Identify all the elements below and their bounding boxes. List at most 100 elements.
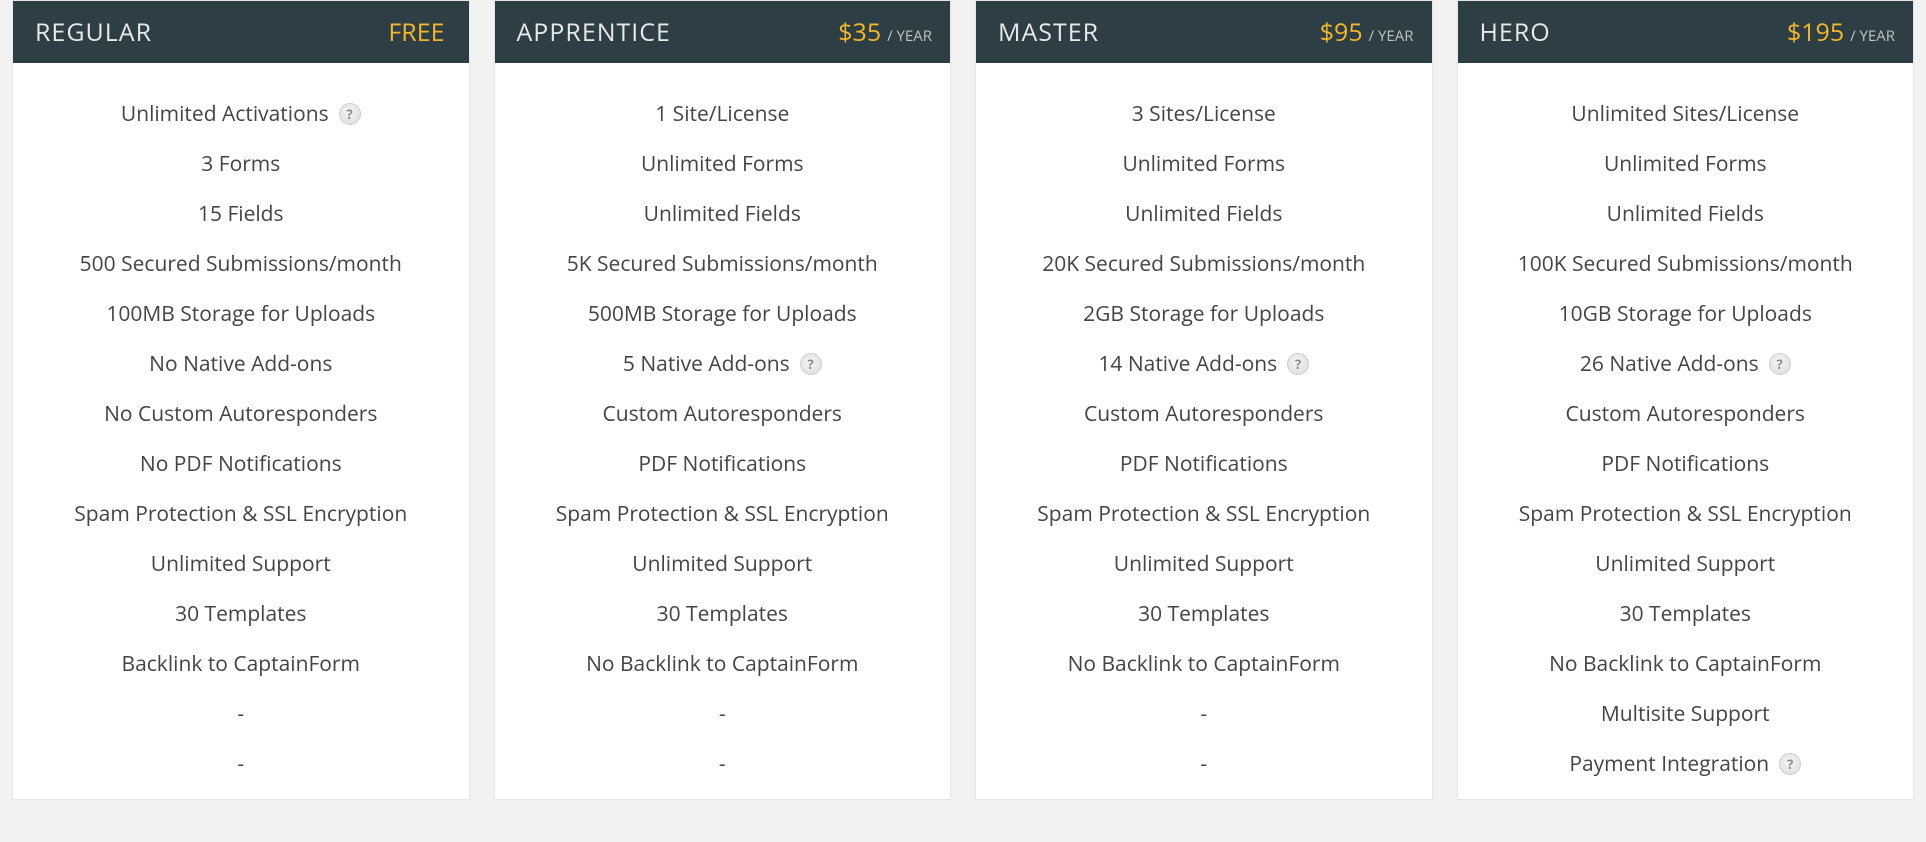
feature-text: 30 Templates [1620,600,1751,628]
feature-item: 14 Native Add-ons? [980,339,1428,389]
feature-text: 30 Templates [1138,600,1269,628]
price-value: $195 [1787,15,1844,49]
feature-text: - [719,750,726,778]
feature-text: PDF Notifications [638,450,806,478]
help-icon[interactable]: ? [1779,753,1801,775]
feature-text: 3 Forms [201,150,280,178]
feature-list: 3 Sites/License Unlimited Forms Unlimite… [976,63,1432,799]
plan-card-master: MASTER $95 / YEAR 3 Sites/License Unlimi… [975,0,1433,800]
plan-header: APPRENTICE $35 / YEAR [495,1,951,63]
feature-text: 10GB Storage for Uploads [1559,300,1812,328]
feature-text: 30 Templates [657,600,788,628]
feature-item: 10GB Storage for Uploads [1462,289,1910,339]
feature-item: 30 Templates [17,589,465,639]
feature-item: 100K Secured Submissions/month [1462,239,1910,289]
feature-item: 3 Forms [17,139,465,189]
feature-item: Custom Autoresponders [980,389,1428,439]
feature-item: Backlink to CaptainForm [17,639,465,689]
price-period: / YEAR [1369,26,1414,46]
feature-item: Unlimited Fields [1462,189,1910,239]
plan-name-label: HERO [1480,15,1551,49]
feature-text: 100K Secured Submissions/month [1518,250,1853,278]
feature-text: Spam Protection & SSL Encryption [556,500,889,528]
feature-text: PDF Notifications [1601,450,1769,478]
feature-item: 20K Secured Submissions/month [980,239,1428,289]
feature-item: Unlimited Support [499,539,947,589]
help-icon[interactable]: ? [800,353,822,375]
price-value: $95 [1320,15,1363,49]
feature-item: 500 Secured Submissions/month [17,239,465,289]
pricing-table: REGULAR FREE Unlimited Activations? 3 Fo… [0,0,1926,800]
feature-item: Spam Protection & SSL Encryption [980,489,1428,539]
feature-item: 500MB Storage for Uploads [499,289,947,339]
feature-text: Unlimited Fields [644,200,801,228]
help-icon[interactable]: ? [1287,353,1309,375]
plan-card-regular: REGULAR FREE Unlimited Activations? 3 Fo… [12,0,470,800]
feature-text: - [237,750,244,778]
feature-text: Unlimited Support [151,550,331,578]
price-value: FREE [388,15,444,49]
help-icon[interactable]: ? [339,103,361,125]
feature-text: No PDF Notifications [140,450,342,478]
feature-text: Unlimited Forms [1122,150,1285,178]
feature-text: Spam Protection & SSL Encryption [1519,500,1852,528]
feature-item: Custom Autoresponders [499,389,947,439]
feature-item: 100MB Storage for Uploads [17,289,465,339]
feature-text: No Custom Autoresponders [104,400,377,428]
feature-text: No Backlink to CaptainForm [586,650,858,678]
feature-item: Unlimited Activations? [17,89,465,139]
feature-text: 30 Templates [175,600,306,628]
feature-text: - [237,700,244,728]
feature-text: Spam Protection & SSL Encryption [1037,500,1370,528]
feature-text: Payment Integration [1569,750,1769,778]
feature-text: No Native Add-ons [149,350,332,378]
feature-item: Unlimited Support [17,539,465,589]
feature-item: Custom Autoresponders [1462,389,1910,439]
plan-header: MASTER $95 / YEAR [976,1,1432,63]
feature-text: Custom Autoresponders [1084,400,1323,428]
feature-text: - [1200,700,1207,728]
feature-item: 3 Sites/License [980,89,1428,139]
feature-item: 15 Fields [17,189,465,239]
feature-text: 5 Native Add-ons [623,350,790,378]
feature-text: Unlimited Sites/License [1571,100,1799,128]
feature-list: 1 Site/License Unlimited Forms Unlimited… [495,63,951,799]
feature-text: PDF Notifications [1120,450,1288,478]
feature-text: Spam Protection & SSL Encryption [74,500,407,528]
feature-item: Multisite Support [1462,689,1910,739]
plan-name-label: MASTER [998,15,1099,49]
feature-item: Unlimited Fields [980,189,1428,239]
feature-item: No Backlink to CaptainForm [980,639,1428,689]
feature-text: No Backlink to CaptainForm [1068,650,1340,678]
feature-text: - [1200,750,1207,778]
feature-item: 2GB Storage for Uploads [980,289,1428,339]
price-value: $35 [838,15,881,49]
feature-item: 5K Secured Submissions/month [499,239,947,289]
feature-text: No Backlink to CaptainForm [1549,650,1821,678]
feature-list: Unlimited Sites/License Unlimited Forms … [1458,63,1914,799]
price-period: / YEAR [1850,26,1895,46]
feature-text: Unlimited Support [1595,550,1775,578]
feature-text: Unlimited Activations [121,100,329,128]
feature-text: Custom Autoresponders [603,400,842,428]
plan-card-hero: HERO $195 / YEAR Unlimited Sites/License… [1457,0,1915,800]
price-period: / YEAR [887,26,932,46]
feature-item: No PDF Notifications [17,439,465,489]
feature-item: No Backlink to CaptainForm [499,639,947,689]
feature-text: 1 Site/License [655,100,789,128]
feature-text: 5K Secured Submissions/month [567,250,878,278]
feature-text: Backlink to CaptainForm [122,650,360,678]
feature-item: PDF Notifications [499,439,947,489]
feature-text: Unlimited Forms [1604,150,1767,178]
plan-name-label: APPRENTICE [517,15,671,49]
feature-text: 500 Secured Submissions/month [80,250,402,278]
feature-text: 14 Native Add-ons [1098,350,1277,378]
feature-item: No Custom Autoresponders [17,389,465,439]
help-icon[interactable]: ? [1769,353,1791,375]
feature-item: Spam Protection & SSL Encryption [499,489,947,539]
feature-item: Spam Protection & SSL Encryption [17,489,465,539]
plan-card-apprentice: APPRENTICE $35 / YEAR 1 Site/License Unl… [494,0,952,800]
feature-item: Unlimited Support [980,539,1428,589]
feature-item: Unlimited Support [1462,539,1910,589]
feature-item: 30 Templates [499,589,947,639]
